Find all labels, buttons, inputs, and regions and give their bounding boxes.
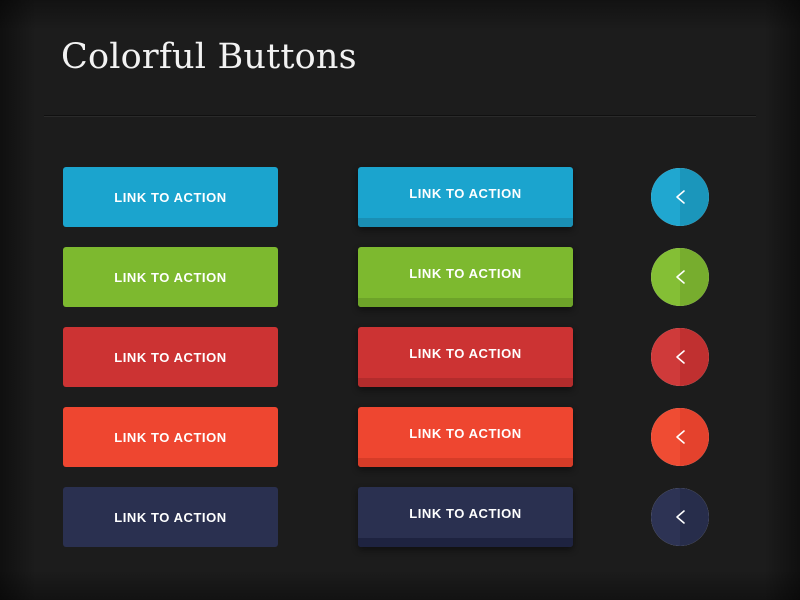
circle-button-orange[interactable]: [651, 408, 709, 466]
flat-button-label: LINK TO ACTION: [114, 509, 227, 525]
flat-button-label: LINK TO ACTION: [114, 429, 227, 445]
page-root: Colorful Buttons LINK TO ACTION LINK TO …: [0, 0, 800, 600]
chevron-left-icon: [651, 248, 709, 306]
button-row-blue: LINK TO ACTION LINK TO ACTION: [0, 155, 800, 235]
button-row-navy: LINK TO ACTION LINK TO ACTION: [0, 475, 800, 555]
button-row-green: LINK TO ACTION LINK TO ACTION: [0, 235, 800, 315]
bevel-button-orange[interactable]: LINK TO ACTION: [358, 407, 573, 467]
bevel-bottom-edge: [358, 378, 573, 387]
circle-button-green[interactable]: [651, 248, 709, 306]
page-title: Colorful Buttons: [61, 37, 357, 77]
flat-button-orange[interactable]: LINK TO ACTION: [63, 407, 278, 467]
flat-button-red[interactable]: LINK TO ACTION: [63, 327, 278, 387]
bevel-button-green[interactable]: LINK TO ACTION: [358, 247, 573, 307]
bevel-button-label: LINK TO ACTION: [409, 266, 522, 281]
chevron-left-icon: [651, 168, 709, 226]
circle-button-blue[interactable]: [651, 168, 709, 226]
bevel-button-label: LINK TO ACTION: [409, 426, 522, 441]
bevel-bottom-edge: [358, 218, 573, 227]
circle-button-navy[interactable]: [651, 488, 709, 546]
chevron-left-icon: [651, 408, 709, 466]
button-row-red: LINK TO ACTION LINK TO ACTION: [0, 315, 800, 395]
flat-button-label: LINK TO ACTION: [114, 189, 227, 205]
bevel-button-navy[interactable]: LINK TO ACTION: [358, 487, 573, 547]
flat-button-navy[interactable]: LINK TO ACTION: [63, 487, 278, 547]
circle-button-red[interactable]: [651, 328, 709, 386]
chevron-left-icon: [651, 328, 709, 386]
button-row-orange: LINK TO ACTION LINK TO ACTION: [0, 395, 800, 475]
title-divider: [44, 115, 756, 117]
bevel-bottom-edge: [358, 458, 573, 467]
page-header: Colorful Buttons: [44, 40, 756, 117]
flat-button-label: LINK TO ACTION: [114, 269, 227, 285]
bevel-button-label: LINK TO ACTION: [409, 186, 522, 201]
bevel-button-label: LINK TO ACTION: [409, 506, 522, 521]
bevel-button-red[interactable]: LINK TO ACTION: [358, 327, 573, 387]
flat-button-label: LINK TO ACTION: [114, 349, 227, 365]
bevel-button-blue[interactable]: LINK TO ACTION: [358, 167, 573, 227]
flat-button-green[interactable]: LINK TO ACTION: [63, 247, 278, 307]
chevron-left-icon: [651, 488, 709, 546]
button-grid: LINK TO ACTION LINK TO ACTION LINK TO AC…: [0, 155, 800, 555]
bevel-button-label: LINK TO ACTION: [409, 346, 522, 361]
bevel-bottom-edge: [358, 298, 573, 307]
flat-button-blue[interactable]: LINK TO ACTION: [63, 167, 278, 227]
bevel-bottom-edge: [358, 538, 573, 547]
